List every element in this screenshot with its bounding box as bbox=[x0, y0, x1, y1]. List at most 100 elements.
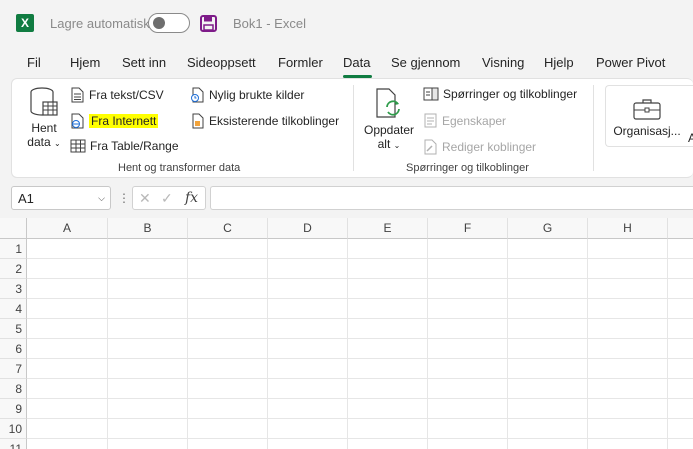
tab-power-pivot[interactable]: Power Pivot bbox=[596, 55, 665, 70]
tab-data[interactable]: Data bbox=[343, 55, 370, 70]
formula-input[interactable] bbox=[210, 186, 693, 210]
grid-line bbox=[27, 298, 693, 299]
queries-connections-button[interactable]: Spørringer og tilkoblinger bbox=[423, 87, 577, 101]
grid-line bbox=[27, 358, 693, 359]
properties-label: Egenskaper bbox=[442, 113, 507, 128]
grid-line bbox=[587, 239, 588, 449]
row-header-7[interactable]: 7 bbox=[0, 359, 27, 379]
text-file-icon bbox=[71, 87, 84, 103]
row-header-11[interactable]: 11 bbox=[0, 439, 27, 449]
column-header-g[interactable]: G bbox=[508, 218, 588, 239]
group-separator bbox=[593, 85, 594, 171]
recent-sources-label: Nylig brukte kilder bbox=[209, 88, 305, 102]
toggle-knob bbox=[153, 17, 165, 29]
document-title: Bok1 - Excel bbox=[233, 16, 306, 31]
get-data-label-1: Hent bbox=[31, 121, 57, 135]
chevron-down-icon[interactable]: ⌵ bbox=[98, 193, 105, 204]
chevron-down-icon: ⌄ bbox=[54, 139, 61, 148]
group-separator bbox=[353, 85, 354, 171]
refresh-all-label-2: alt ⌄ bbox=[377, 137, 401, 151]
title-bar: X Lagre automatisk Bok1 - Excel bbox=[0, 0, 693, 46]
get-data-button[interactable]: Hent data ⌄ bbox=[26, 87, 62, 149]
column-header-c[interactable]: C bbox=[188, 218, 268, 239]
existing-connections-button[interactable]: Eksisterende tilkoblinger bbox=[190, 113, 339, 129]
refresh-icon bbox=[376, 88, 400, 118]
organization-label: Organisasj... bbox=[613, 124, 681, 138]
group-label-get-transform: Hent og transformer data bbox=[118, 162, 241, 174]
refresh-all-button[interactable]: Oppdater alt ⌄ bbox=[364, 87, 414, 151]
existing-connections-label: Eksisterende tilkoblinger bbox=[209, 114, 340, 128]
edit-links-button[interactable]: Rediger koblinger bbox=[423, 139, 536, 155]
autosave-toggle[interactable] bbox=[148, 13, 190, 33]
column-header-partial[interactable] bbox=[668, 218, 693, 239]
from-text-csv-button[interactable]: Fra tekst/CSV bbox=[70, 87, 164, 103]
column-header-f[interactable]: F bbox=[428, 218, 508, 239]
grid-line bbox=[27, 258, 693, 259]
cancel-icon[interactable]: ✕ bbox=[139, 190, 151, 207]
formula-bar-buttons: ✕ ✓ fx bbox=[132, 186, 206, 210]
edit-links-label: Rediger koblinger bbox=[442, 140, 537, 154]
group-label-queries: Spørringer og tilkoblinger bbox=[406, 162, 529, 174]
save-icon[interactable] bbox=[200, 15, 217, 32]
name-box-value: A1 bbox=[18, 191, 34, 206]
tab-hjelp[interactable]: Hjelp bbox=[544, 55, 574, 70]
row-header-3[interactable]: 3 bbox=[0, 279, 27, 299]
name-box[interactable]: A1 ⌵ bbox=[11, 186, 111, 210]
get-data-label-2: data ⌄ bbox=[27, 135, 61, 149]
grid-line bbox=[107, 239, 108, 449]
select-all-corner[interactable] bbox=[0, 218, 27, 239]
grid-line bbox=[27, 338, 693, 339]
grid-line bbox=[27, 398, 693, 399]
row-header-6[interactable]: 6 bbox=[0, 339, 27, 359]
tab-se-gjennom[interactable]: Se gjennom bbox=[391, 55, 460, 70]
recent-sources-button[interactable]: Nylig brukte kilder bbox=[190, 87, 304, 103]
row-header-2[interactable]: 2 bbox=[0, 259, 27, 279]
row-header-10[interactable]: 10 bbox=[0, 419, 27, 439]
organization-data-types-panel: Organisasj... A bbox=[605, 85, 693, 147]
grid-line bbox=[187, 239, 188, 449]
column-header-d[interactable]: D bbox=[268, 218, 348, 239]
column-header-a[interactable]: A bbox=[27, 218, 108, 239]
briefcase-icon bbox=[633, 99, 661, 120]
column-header-h[interactable]: H bbox=[588, 218, 668, 239]
column-header-b[interactable]: B bbox=[108, 218, 188, 239]
properties-button[interactable]: Egenskaper bbox=[423, 113, 506, 128]
column-header-e[interactable]: E bbox=[348, 218, 428, 239]
formula-bar: A1 ⌵ ⋮ ✕ ✓ fx bbox=[0, 184, 693, 214]
grid-line bbox=[667, 239, 668, 449]
row-header-5[interactable]: 5 bbox=[0, 319, 27, 339]
from-table-range-button[interactable]: Fra Table/Range bbox=[70, 139, 179, 153]
existing-connections-icon bbox=[192, 113, 204, 129]
from-web-label: Fra Internett bbox=[89, 114, 159, 128]
from-web-button[interactable]: Fra Internett bbox=[70, 113, 159, 129]
row-header-8[interactable]: 8 bbox=[0, 379, 27, 399]
queries-pane-icon bbox=[423, 87, 439, 101]
table-icon bbox=[70, 139, 86, 153]
edit-links-icon bbox=[424, 139, 437, 155]
insert-function-icon[interactable]: fx bbox=[185, 190, 198, 206]
tab-sett-inn[interactable]: Sett inn bbox=[122, 55, 166, 70]
autosave-label: Lagre automatisk bbox=[50, 16, 150, 31]
spreadsheet-grid[interactable]: A B C D E F G H 1 2 3 4 5 6 7 8 9 10 11 bbox=[0, 218, 693, 449]
row-header-1[interactable]: 1 bbox=[0, 239, 27, 259]
tab-visning[interactable]: Visning bbox=[482, 55, 524, 70]
tab-fil[interactable]: Fil bbox=[27, 55, 41, 70]
ribbon: Hent data ⌄ Fra tekst/CSV Fra Internett … bbox=[11, 78, 693, 178]
enter-icon[interactable]: ✓ bbox=[161, 190, 173, 207]
row-header-9[interactable]: 9 bbox=[0, 399, 27, 419]
tab-formler[interactable]: Formler bbox=[278, 55, 323, 70]
formula-bar-dots-icon[interactable]: ⋮ bbox=[118, 191, 130, 205]
from-table-range-label: Fra Table/Range bbox=[90, 139, 179, 153]
chevron-down-icon: ⌄ bbox=[393, 141, 401, 150]
database-icon bbox=[30, 87, 58, 116]
grid-line bbox=[427, 239, 428, 449]
tab-sideoppsett[interactable]: Sideoppsett bbox=[187, 55, 256, 70]
from-text-csv-label: Fra tekst/CSV bbox=[89, 88, 164, 102]
properties-icon bbox=[424, 113, 437, 128]
grid-line bbox=[27, 318, 693, 319]
organization-button[interactable]: Organisasj... bbox=[612, 98, 682, 138]
row-header-4[interactable]: 4 bbox=[0, 299, 27, 319]
refresh-all-label-1: Oppdater bbox=[364, 123, 415, 137]
ribbon-tabs: Fil Hjem Sett inn Sideoppsett Formler Da… bbox=[0, 52, 693, 78]
tab-hjem[interactable]: Hjem bbox=[70, 55, 100, 70]
